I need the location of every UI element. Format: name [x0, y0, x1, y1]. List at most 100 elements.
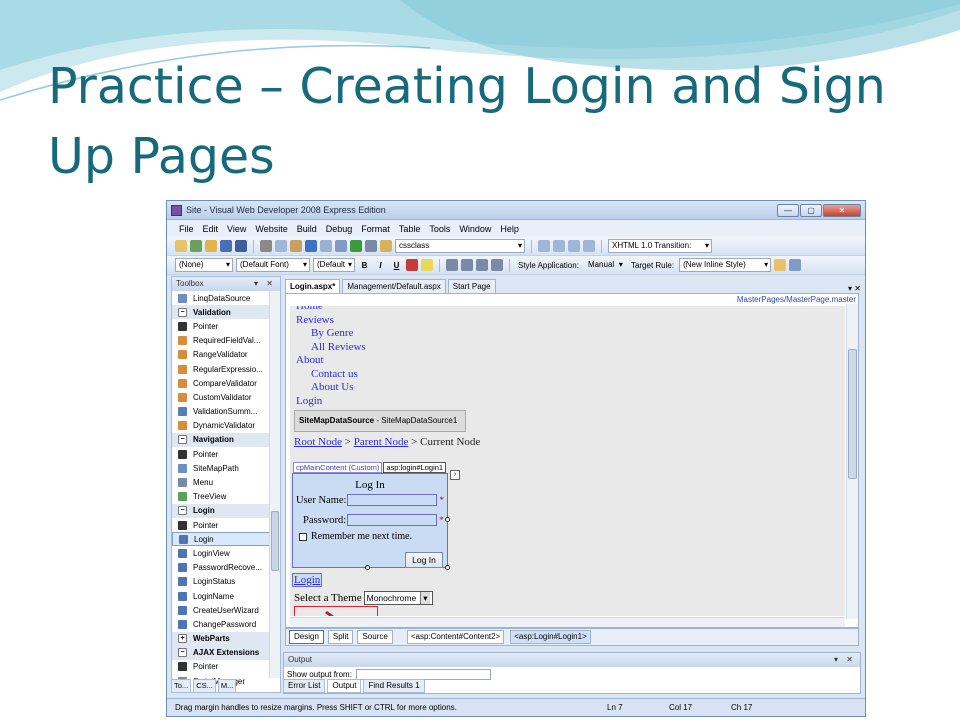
- toolbox-item[interactable]: RegularExpressio...: [172, 362, 270, 376]
- font-combo[interactable]: (Default Font): [236, 258, 310, 272]
- redo-icon[interactable]: [320, 240, 332, 252]
- tab-login-aspx[interactable]: Login.aspx*: [285, 279, 341, 293]
- css-icon[interactable]: [380, 240, 392, 252]
- menu-build[interactable]: Build: [297, 224, 317, 234]
- toolbox-item[interactable]: CreateUserWizard: [172, 603, 270, 617]
- block-format-combo[interactable]: (None): [175, 258, 233, 272]
- tag-path-login1[interactable]: <asp:Login#Login1>: [510, 630, 591, 644]
- resize-handle[interactable]: [445, 565, 450, 570]
- scroll-thumb[interactable]: [848, 349, 857, 479]
- apply-styles-icon[interactable]: [774, 259, 787, 271]
- tag-path-content2[interactable]: <asp:Content#Content2>: [406, 630, 505, 644]
- menu-file[interactable]: File: [179, 224, 194, 234]
- menu-view[interactable]: View: [227, 224, 246, 234]
- tab-output[interactable]: Output: [327, 679, 362, 693]
- font-size-combo[interactable]: (Default: [313, 258, 355, 272]
- toolbox-item[interactable]: Menu: [172, 475, 270, 489]
- tab-toolbox[interactable]: To...: [171, 679, 192, 693]
- underline-button[interactable]: U: [390, 259, 403, 272]
- document-tab-controls[interactable]: ▾ ✕: [848, 284, 865, 293]
- login-control[interactable]: Log In User Name: * Password: * Remember…: [292, 473, 448, 568]
- toolbox-item[interactable]: Pointer: [172, 518, 270, 532]
- highlight-icon[interactable]: [421, 259, 433, 271]
- site-menu-item[interactable]: Contact us: [296, 368, 366, 382]
- toolbox-item[interactable]: LinqDataSource: [172, 291, 270, 305]
- tab-management-default[interactable]: Management/Default.aspx: [342, 279, 446, 293]
- new-project-icon[interactable]: [175, 240, 187, 252]
- resize-handle[interactable]: [365, 565, 370, 570]
- output-controls[interactable]: ▾ ✕: [834, 653, 860, 667]
- sitemap-datasource-control[interactable]: SiteMapDataSource - SiteMapDataSource1: [294, 410, 466, 432]
- tab-find-results[interactable]: Find Results 1: [363, 679, 425, 693]
- toolbox-item[interactable]: SiteMapPath: [172, 461, 270, 475]
- tab-error-list[interactable]: Error List: [283, 679, 326, 693]
- toolbox-category[interactable]: + WebParts: [172, 631, 270, 646]
- menu-edit[interactable]: Edit: [203, 224, 219, 234]
- design-horizontal-scrollbar[interactable]: [290, 617, 845, 627]
- login-status-link[interactable]: Login: [292, 573, 323, 587]
- remember-checkbox[interactable]: [299, 532, 307, 541]
- menu-help[interactable]: Help: [500, 224, 519, 234]
- toolbox-item[interactable]: TreeView: [172, 490, 270, 504]
- toolbox-scrollbar[interactable]: [269, 291, 280, 678]
- toolbox-category[interactable]: − Navigation: [172, 432, 270, 448]
- add-item-icon[interactable]: [190, 240, 202, 252]
- site-menu-item[interactable]: All Reviews: [296, 341, 366, 355]
- toolbox-item[interactable]: DynamicValidator: [172, 419, 270, 433]
- close-button[interactable]: ✕: [823, 203, 861, 217]
- site-menu-item[interactable]: Login: [296, 395, 366, 409]
- tab-css-properties[interactable]: CS...: [193, 679, 216, 693]
- insert-table-icon[interactable]: [491, 259, 503, 271]
- scroll-thumb[interactable]: [271, 511, 279, 571]
- menu-website[interactable]: Website: [255, 224, 287, 234]
- breadcrumb-root[interactable]: Root Node: [294, 436, 342, 448]
- toolbox-item[interactable]: RequiredFieldVal...: [172, 334, 270, 348]
- toolbox-item[interactable]: Pointer: [172, 319, 270, 333]
- resize-handle[interactable]: [445, 517, 450, 522]
- bold-button[interactable]: B: [358, 259, 371, 272]
- remember-me[interactable]: Remember me next time.: [299, 531, 412, 542]
- toolbox-item[interactable]: RangeValidator: [172, 348, 270, 362]
- css-class-combo[interactable]: cssclass: [395, 239, 525, 253]
- toolbox-item[interactable]: CustomValidator: [172, 390, 270, 404]
- toolbox-item[interactable]: CompareValidator: [172, 376, 270, 390]
- output-source-combo[interactable]: [355, 668, 491, 680]
- italic-button[interactable]: I: [374, 259, 387, 272]
- site-menu-item[interactable]: Home: [296, 306, 366, 314]
- undo-icon[interactable]: [305, 240, 317, 252]
- save-all-icon[interactable]: [235, 240, 247, 252]
- toolbox-item[interactable]: Login: [172, 532, 270, 547]
- copy-icon[interactable]: [275, 240, 287, 252]
- toolbox-item[interactable]: ChangePassword: [172, 617, 270, 631]
- toolbox-item[interactable]: LoginStatus: [172, 575, 270, 589]
- tab-start-page[interactable]: Start Page: [447, 279, 496, 293]
- outdent-icon[interactable]: [553, 240, 565, 252]
- site-menu-item[interactable]: By Genre: [296, 327, 366, 341]
- login-button[interactable]: Log In: [405, 552, 443, 568]
- toolbox-controls[interactable]: ▾ ✕: [254, 277, 280, 291]
- font-color-icon[interactable]: [406, 259, 418, 271]
- toolbox-item[interactable]: LoginName: [172, 589, 270, 603]
- smart-tag-icon[interactable]: ›: [450, 470, 460, 480]
- menu-debug[interactable]: Debug: [326, 224, 353, 234]
- source-view-button[interactable]: Source: [357, 630, 393, 644]
- indent-icon[interactable]: [538, 240, 550, 252]
- design-surface[interactable]: MasterPages/MasterPage.master Home Review…: [285, 293, 859, 628]
- doctype-combo[interactable]: XHTML 1.0 Transition:: [608, 239, 712, 253]
- menu-format[interactable]: Format: [361, 224, 390, 234]
- bullets-icon[interactable]: [461, 259, 473, 271]
- menu-tools[interactable]: Tools: [429, 224, 450, 234]
- open-icon[interactable]: [205, 240, 217, 252]
- menu-window[interactable]: Window: [459, 224, 491, 234]
- start-debugging-icon[interactable]: [350, 240, 362, 252]
- toolbox-category[interactable]: − Login: [172, 503, 270, 518]
- menu-table[interactable]: Table: [399, 224, 421, 234]
- split-view-button[interactable]: Split: [327, 630, 354, 644]
- uncomment-icon[interactable]: [583, 240, 595, 252]
- maximize-button[interactable]: ▢: [800, 203, 822, 217]
- theme-dropdown[interactable]: Monochrome ▾: [363, 591, 433, 605]
- toolbox-category[interactable]: − AJAX Extensions: [172, 645, 270, 660]
- numbering-icon[interactable]: [476, 259, 488, 271]
- toolbox-item[interactable]: LoginView: [172, 546, 270, 560]
- content-placeholder-tag[interactable]: cpMainContent (Custom): [293, 462, 383, 473]
